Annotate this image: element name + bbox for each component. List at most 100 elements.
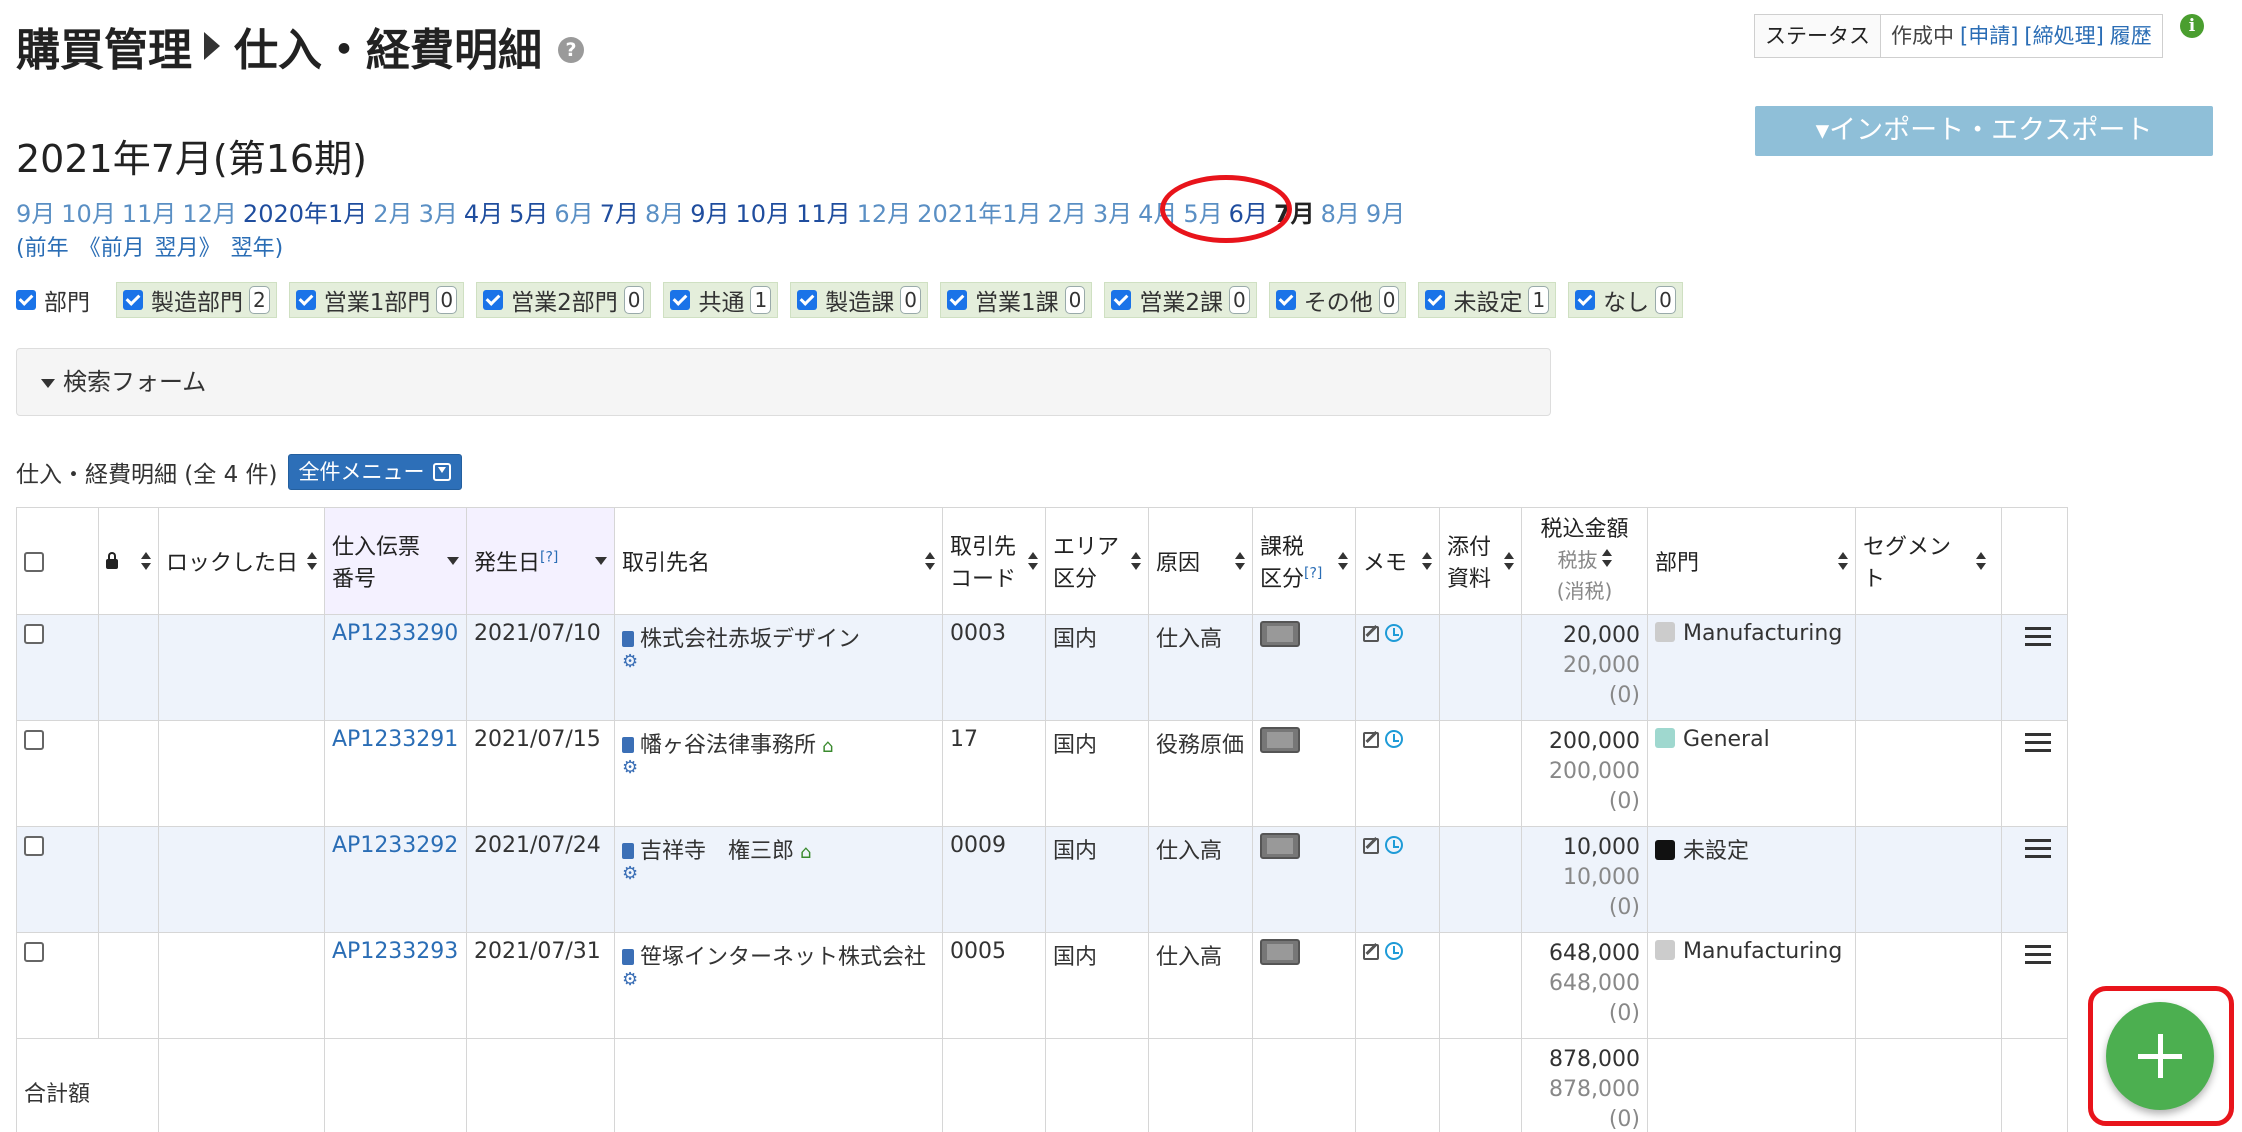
partner-code-header[interactable]: 取引先 コード	[942, 507, 1046, 615]
locked-date-header[interactable]: ロックした日	[158, 507, 325, 615]
segment-header[interactable]: セグメント	[1855, 507, 2002, 615]
department-chip[interactable]: 製造課 0	[790, 282, 928, 318]
month-link[interactable]: 12月	[857, 200, 912, 228]
department-chip-checkbox[interactable]	[1111, 290, 1132, 310]
department-chip[interactable]: 営業2部門 0	[476, 282, 652, 318]
edit-icon[interactable]	[1363, 838, 1379, 854]
department-chip-checkbox[interactable]	[1575, 290, 1596, 310]
gear-icon[interactable]: ⚙	[622, 759, 935, 777]
month-link[interactable]: 3月	[1093, 200, 1132, 228]
close-process-link[interactable]: [締処理]	[2024, 24, 2103, 48]
department-chip[interactable]: 製造部門 2	[116, 282, 277, 318]
amount-header[interactable]: 税込金額 税抜 (消税)	[1521, 507, 1648, 615]
department-chip-checkbox[interactable]	[123, 290, 143, 310]
month-link[interactable]: 8月	[645, 200, 684, 228]
edit-icon[interactable]	[1363, 732, 1379, 748]
edit-icon[interactable]	[1363, 944, 1379, 960]
next-month-link[interactable]: 翌月》	[155, 236, 221, 261]
month-link[interactable]: 5月	[509, 200, 548, 228]
gear-icon[interactable]: ⚙	[622, 971, 935, 989]
month-link[interactable]: 2月	[1048, 200, 1087, 228]
clock-icon[interactable]	[1385, 836, 1403, 854]
prev-month-link[interactable]: 《前月	[79, 236, 145, 261]
month-link[interactable]: 7月	[600, 200, 639, 228]
cause-header[interactable]: 原因	[1148, 507, 1253, 615]
gear-icon[interactable]: ⚙	[622, 653, 935, 671]
document-icon[interactable]	[622, 737, 634, 753]
row-checkbox[interactable]	[24, 730, 44, 750]
area-header[interactable]: エリア 区分	[1045, 507, 1149, 615]
slip-number-link[interactable]: AP1233291	[332, 727, 458, 752]
month-link[interactable]: 2月	[373, 200, 412, 228]
month-link[interactable]: 6月	[554, 200, 593, 228]
department-all-toggle[interactable]: 部門	[16, 283, 90, 317]
history-link[interactable]: 履歴	[2110, 24, 2152, 48]
hamburger-menu-icon[interactable]	[2025, 839, 2051, 859]
department-chip-checkbox[interactable]	[295, 290, 316, 310]
department-chip[interactable]: 営業1課 0	[939, 282, 1093, 318]
department-chip[interactable]: 未設定 1	[1418, 282, 1557, 318]
department-chip[interactable]: なし 0	[1568, 282, 1683, 318]
select-all-checkbox[interactable]	[24, 551, 44, 572]
next-year-link[interactable]: 翌年)	[231, 236, 284, 261]
department-chip[interactable]: 営業1部門 0	[288, 282, 465, 318]
slip-number-header[interactable]: 仕入伝票 番号	[324, 507, 467, 615]
document-icon[interactable]	[622, 631, 634, 647]
memo-header[interactable]: メモ	[1355, 507, 1440, 615]
month-link[interactable]: 9月	[1366, 200, 1405, 228]
hamburger-menu-icon[interactable]	[2025, 945, 2051, 965]
department-chip-checkbox[interactable]	[670, 290, 691, 310]
month-link[interactable]: 9月	[690, 200, 729, 228]
department-chip-checkbox[interactable]	[483, 290, 504, 310]
add-button[interactable]	[2106, 1002, 2214, 1110]
department-chip[interactable]: 共通 1	[663, 282, 779, 318]
month-link[interactable]: 12月	[182, 200, 237, 228]
date-help-link[interactable]: [?]	[540, 550, 558, 566]
document-icon[interactable]	[622, 843, 634, 859]
month-link[interactable]: 8月	[1321, 200, 1360, 228]
department-chip[interactable]: その他 0	[1268, 282, 1407, 318]
clock-icon[interactable]	[1385, 942, 1403, 960]
all-menu-button[interactable]: 全件メニュー	[287, 454, 462, 490]
month-link[interactable]: 2021年1月	[917, 200, 1041, 228]
lock-header[interactable]	[98, 507, 159, 615]
import-export-button[interactable]: ▾インポート・エクスポート	[1755, 106, 2213, 156]
department-chip[interactable]: 営業2課 0	[1104, 282, 1257, 318]
department-chip-checkbox[interactable]	[797, 290, 818, 310]
clock-icon[interactable]	[1385, 730, 1403, 748]
attachment-header[interactable]: 添付 資料	[1439, 507, 1522, 615]
month-link[interactable]: 11月	[122, 200, 177, 228]
month-link[interactable]: 4月	[464, 200, 503, 228]
clock-icon[interactable]	[1385, 624, 1403, 642]
apply-link[interactable]: [申請]	[1960, 24, 2018, 48]
tax-category-header[interactable]: 課税 区分[?]	[1252, 507, 1356, 615]
prev-year-link[interactable]: (前年	[16, 236, 69, 261]
partner-header[interactable]: 取引先名	[614, 507, 943, 615]
date-header[interactable]: 発生日[?]	[466, 507, 615, 615]
row-checkbox[interactable]	[24, 836, 44, 856]
slip-number-link[interactable]: AP1233290	[332, 621, 458, 646]
hamburger-menu-icon[interactable]	[2025, 733, 2051, 753]
month-link[interactable]: 10月	[61, 200, 116, 228]
info-icon[interactable]: i	[2180, 14, 2204, 38]
department-header[interactable]: 部門	[1647, 507, 1856, 615]
document-icon[interactable]	[622, 949, 634, 965]
department-chip-checkbox[interactable]	[1425, 290, 1446, 310]
gear-icon[interactable]: ⚙	[622, 865, 935, 883]
search-form-toggle[interactable]: 検索フォーム	[16, 348, 1551, 416]
slip-number-link[interactable]: AP1233293	[332, 939, 458, 964]
month-link[interactable]: 2020年1月	[243, 200, 367, 228]
tax-help-link[interactable]: [?]	[1304, 566, 1322, 582]
month-link[interactable]: 3月	[419, 200, 458, 228]
department-checkbox[interactable]	[16, 290, 36, 310]
slip-number-link[interactable]: AP1233292	[332, 833, 458, 858]
month-link[interactable]: 9月	[16, 200, 55, 228]
row-checkbox[interactable]	[24, 624, 44, 644]
month-link[interactable]: 10月	[736, 200, 791, 228]
hamburger-menu-icon[interactable]	[2025, 627, 2051, 647]
help-icon[interactable]: ?	[558, 37, 584, 63]
edit-icon[interactable]	[1363, 626, 1379, 642]
month-link[interactable]: 11月	[796, 200, 851, 228]
department-chip-checkbox[interactable]	[1275, 290, 1296, 310]
row-checkbox[interactable]	[24, 942, 44, 962]
